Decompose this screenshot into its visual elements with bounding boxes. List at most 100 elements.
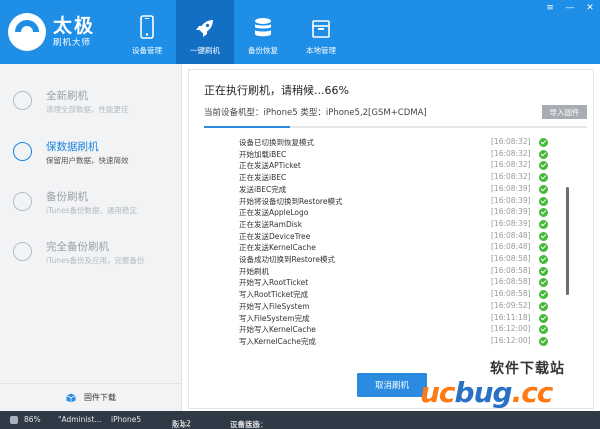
check-icon [539, 219, 548, 229]
log-scrollbar[interactable] [566, 187, 569, 295]
log-time: [16:09:52] [491, 300, 531, 310]
database-icon [255, 18, 271, 37]
sidebar-item-title: 完全备份刷机 [46, 241, 109, 253]
compass-icon [13, 192, 32, 211]
log-message: 写入KernelCache完成 [239, 336, 316, 346]
log-message: 正在发送AppleLogo [239, 208, 309, 218]
log-row: 开始写入KernelCache [16:12:00] [204, 324, 574, 336]
log-message: 设备已切换到恢复模式 [239, 138, 314, 147]
sidebar-item-desc: iTunes备份数据，通用稳定 [46, 206, 138, 215]
sidebar-item-backup-flash[interactable]: 备份刷机 iTunes备份数据，通用稳定 [0, 177, 182, 227]
sidebar-item-title: 全新刷机 [46, 90, 88, 102]
check-icon [539, 325, 548, 335]
user-name: "Administ... [58, 415, 102, 424]
log-message: 开始加载iBEC [239, 149, 287, 159]
device-info: 当前设备机型：iPhone5 类型：iPhone5,2[GSM+CDMA] [204, 106, 427, 118]
box-icon [312, 20, 330, 38]
firmware-download-button[interactable]: 固件下载 [0, 383, 182, 411]
log-row: 开始写入RootTicket [16:08:58] [204, 277, 574, 289]
app-logo: 太极 刷机大师 [8, 8, 118, 56]
log-row: 正在发送iBEC [16:08:32] [204, 172, 574, 184]
log-message: 开始刷机 [239, 266, 269, 276]
sidebar-item-desc: 保留用户数据，快速简效 [46, 156, 129, 165]
log-row: 正在发送APTicket [16:08:32] [204, 160, 574, 172]
log-message: 写入RootTicket完成 [239, 290, 309, 300]
minimize-icon[interactable]: — [564, 3, 576, 13]
window-controls: ≡ — ✕ [544, 3, 596, 13]
device-type: iPhone5,2[GSM+CDMA] [325, 108, 427, 118]
sidebar-item-full-backup-flash[interactable]: 完全备份刷机 iTunes备份及应用，完整备份 [0, 227, 182, 277]
log-message: 开始写入FileSystem [239, 301, 310, 311]
progress-fill [204, 126, 290, 128]
sidebar-item-desc: 清理全部数据，性能更佳 [46, 105, 129, 114]
device-type-label: 类型： [300, 108, 326, 118]
cube-icon [66, 393, 76, 402]
menu-icon[interactable]: ≡ [544, 3, 556, 13]
check-icon [539, 255, 548, 264]
check-icon [539, 138, 548, 147]
log-row: 开始将设备切换到Restore模式 [16:08:39] [204, 196, 574, 208]
sidebar-item-title: 备份刷机 [46, 191, 88, 203]
import-firmware-button[interactable]: 导入固件 [542, 105, 587, 119]
sidebar-item-keep-data-flash[interactable]: 保数据刷机 保留用户数据，快速简效 [0, 127, 182, 177]
check-icon [539, 231, 548, 241]
log-message: 正在发送DeviceTree [239, 231, 311, 241]
device-model: iPhone5 [263, 108, 298, 118]
log-time: [16:08:39] [491, 218, 531, 228]
tab-local-management[interactable]: 本地管理 [292, 0, 350, 64]
check-circle-icon [13, 142, 32, 161]
log-row: 正在发送AppleLogo [16:08:39] [204, 207, 574, 219]
log-row: 设备已切换到恢复模式 [16:08:32] [204, 137, 574, 149]
log-time: [16:08:58] [491, 277, 531, 287]
check-icon [539, 313, 548, 323]
firmware-download-label: 固件下载 [84, 393, 116, 402]
log-row: 发送iBEC完成 [16:08:39] [204, 184, 574, 196]
log-time: [16:08:39] [491, 183, 531, 193]
phone-icon [140, 15, 154, 39]
log-time: [16:08:48] [491, 242, 531, 252]
check-icon [539, 336, 548, 346]
tab-one-click-flash[interactable]: 一键刷机 [176, 0, 234, 64]
log-row: 开始加载iBEC [16:08:32] [204, 149, 574, 161]
log-message: 设备成功切换到Restore模式 [239, 255, 335, 264]
check-icon [539, 184, 548, 194]
watermark-text: 软件下载站 [490, 361, 565, 377]
rocket-icon [196, 20, 213, 37]
log-message: 写入FileSystem完成 [239, 313, 310, 323]
log-time: [16:08:32] [491, 172, 531, 182]
tab-device-management[interactable]: 设备管理 [118, 0, 176, 64]
device-icon [10, 416, 18, 424]
app-header: 太极 刷机大师 设备管理 一键刷机 备份恢复 本地管理 ≡ — ✕ [0, 0, 600, 64]
close-icon[interactable]: ✕ [584, 3, 596, 13]
tab-backup-restore[interactable]: 备份恢复 [234, 0, 292, 64]
app-subtitle: 刷机大师 [53, 38, 92, 48]
check-icon [539, 278, 548, 288]
log-time: [16:08:58] [491, 254, 531, 263]
sync-icon [13, 242, 32, 261]
log-time: [16:12:00] [491, 324, 531, 334]
log-time: [16:08:32] [491, 137, 531, 146]
footer-device: iPhone5 [111, 415, 142, 424]
cancel-flash-button[interactable]: 取消刷机 [357, 373, 427, 397]
log-row: 设备成功切换到Restore模式 [16:08:58] [204, 254, 574, 266]
check-icon [539, 208, 548, 218]
sidebar: 全新刷机 清理全部数据，性能更佳 保数据刷机 保留用户数据，快速简效 备份刷机 … [0, 64, 182, 411]
log-row: 正在发送DeviceTree [16:08:48] [204, 231, 574, 243]
check-icon [539, 161, 548, 171]
check-icon [539, 173, 548, 183]
log-time: [16:08:32] [491, 148, 531, 158]
device-model-label: 当前设备机型： [204, 108, 264, 118]
log-time: [16:08:39] [491, 207, 531, 217]
log-time: [16:08:58] [491, 289, 531, 299]
log-message: 正在发送RamDisk [239, 219, 303, 229]
log-row: 正在发送RamDisk [16:08:39] [204, 219, 574, 231]
taiji-logo-icon [8, 13, 46, 51]
power-icon [13, 91, 32, 110]
log-time: [16:08:58] [491, 265, 531, 275]
sidebar-item-desc: iTunes备份及应用，完整备份 [46, 256, 145, 265]
log-row: 写入RootTicket完成 [16:08:58] [204, 289, 574, 301]
tab-label: 设备管理 [132, 46, 162, 55]
log-message: 正在发送iBEC [239, 173, 287, 183]
sidebar-item-fresh-flash[interactable]: 全新刷机 清理全部数据，性能更佳 [0, 76, 182, 126]
flash-log: 设备已切换到恢复模式 [16:08:32] 开始加载iBEC [16:08:32] 正在… [204, 137, 587, 362]
